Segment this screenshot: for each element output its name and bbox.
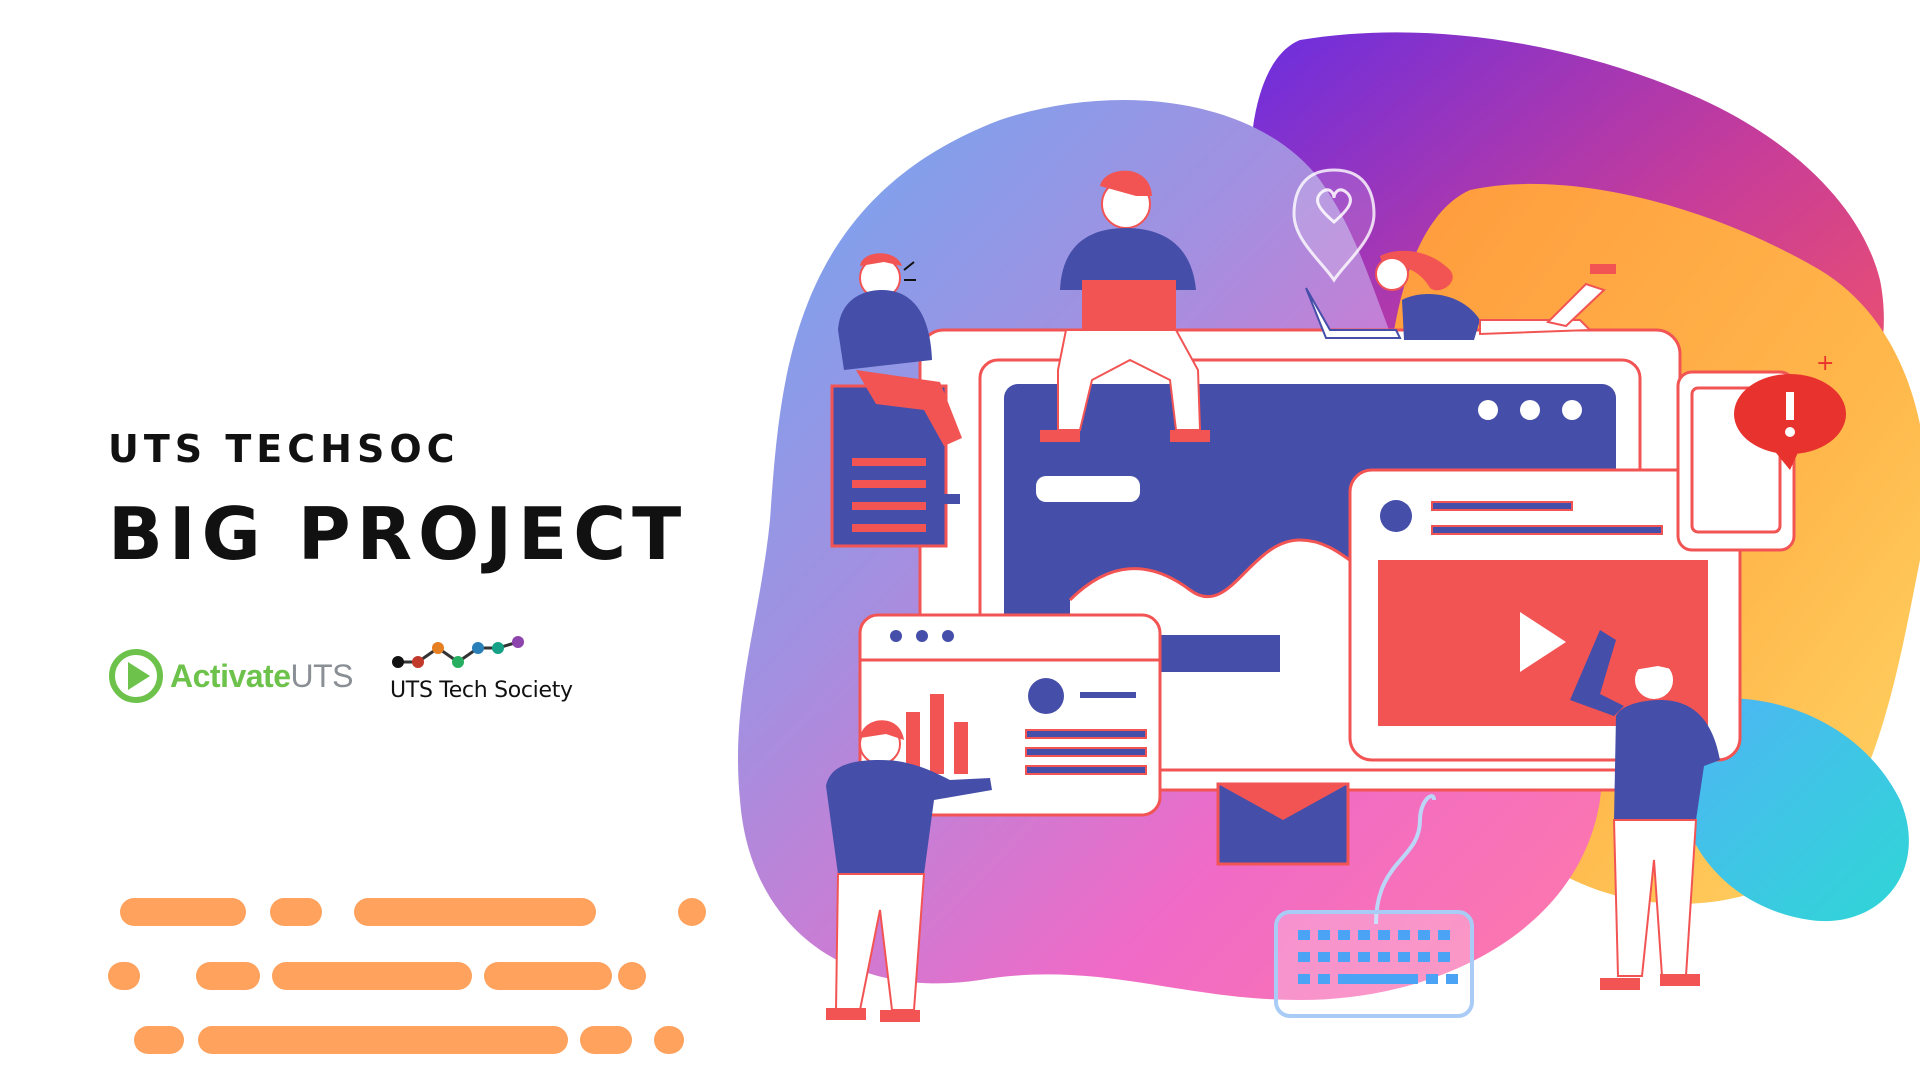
- dash: [484, 962, 612, 990]
- svg-text:+: +: [1816, 351, 1834, 376]
- dash: [196, 962, 260, 990]
- team-illustration: +: [737, 32, 1920, 1022]
- activate-logo-brand: Activate: [170, 657, 291, 694]
- sponsor-logos: ActivateUTS UTS Tech Society: [108, 636, 628, 716]
- dash: [134, 1026, 184, 1054]
- dash: [270, 898, 322, 926]
- dash: [618, 962, 646, 990]
- dash: [198, 1026, 568, 1054]
- dash: [354, 898, 596, 926]
- dash: [108, 962, 140, 990]
- techsoc-dots-icon: [392, 636, 524, 668]
- dash: [654, 1026, 684, 1054]
- title-block: UTS TECHSOC BIG PROJECT: [108, 430, 687, 570]
- activate-logo-suffix: UTS: [290, 657, 354, 694]
- play-circle-logo-icon: [109, 649, 163, 703]
- dash: [580, 1026, 632, 1054]
- techsoc-logo: UTS Tech Society: [390, 636, 573, 703]
- slide-kicker: UTS TECHSOC: [108, 427, 460, 471]
- dash: [678, 898, 706, 926]
- dash: [272, 962, 472, 990]
- decorative-dashes: [0, 880, 720, 1080]
- slide-headline: BIG PROJECT: [108, 492, 688, 576]
- techsoc-logo-text: UTS Tech Society: [390, 678, 573, 703]
- envelope-icon: [1216, 782, 1350, 866]
- dash: [120, 898, 246, 926]
- activate-uts-logo: ActivateUTS: [108, 648, 353, 704]
- activate-logo-text: ActivateUTS: [170, 658, 353, 695]
